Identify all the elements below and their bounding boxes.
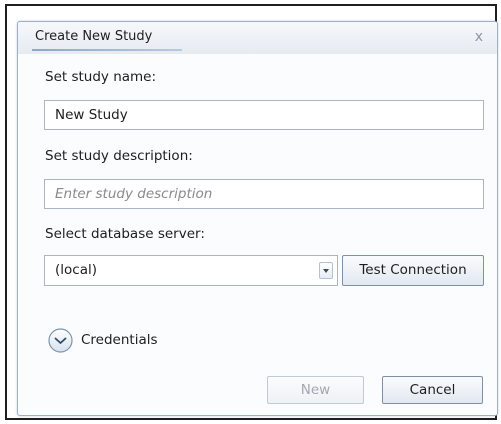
- credentials-label[interactable]: Credentials: [81, 332, 158, 348]
- database-server-value: (local): [55, 262, 97, 278]
- new-button[interactable]: New: [267, 376, 364, 404]
- chevron-down-circle-icon[interactable]: [47, 327, 74, 354]
- study-description-input[interactable]: [44, 179, 484, 209]
- dialog-titlebar: Create New Study x: [18, 22, 497, 54]
- close-icon[interactable]: x: [475, 29, 483, 45]
- dialog-title: Create New Study: [35, 29, 153, 44]
- study-description-label: Set study description:: [45, 148, 193, 164]
- database-server-label: Select database server:: [45, 226, 205, 242]
- test-connection-button[interactable]: Test Connection: [342, 255, 484, 286]
- title-underline: [32, 49, 182, 51]
- cancel-button[interactable]: Cancel: [382, 376, 483, 404]
- database-server-select[interactable]: (local): [44, 255, 338, 286]
- create-study-dialog: Create New Study x Set study name: Set s…: [17, 21, 498, 416]
- study-name-label: Set study name:: [45, 69, 157, 85]
- chevron-down-icon[interactable]: [319, 262, 333, 279]
- screenshot-frame: Create New Study x Set study name: Set s…: [5, 4, 498, 420]
- study-name-input[interactable]: [44, 100, 484, 130]
